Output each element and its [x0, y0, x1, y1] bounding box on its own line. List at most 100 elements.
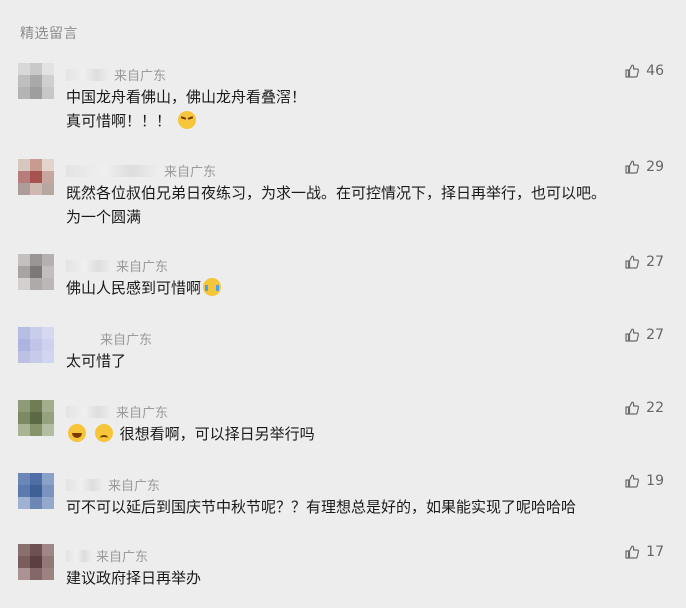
thumbs-up-icon — [625, 401, 640, 415]
avatar-pixel — [42, 75, 54, 87]
avatar-pixel — [30, 400, 42, 412]
avatar-pixel — [18, 544, 30, 556]
like-count: 29 — [646, 159, 664, 175]
comment-line: 中国龙舟看佛山，佛山龙舟看叠滘！ — [66, 88, 307, 106]
like-button[interactable]: 22 — [624, 400, 664, 416]
blurred-nickname — [66, 478, 104, 491]
avatar-pixel — [30, 87, 42, 99]
avatar-pixel — [18, 400, 30, 412]
avatar-pixel — [42, 556, 54, 568]
avatar-pixel — [30, 497, 42, 509]
location-label: 来自广东 — [100, 333, 153, 348]
avatar-pixel — [18, 351, 30, 363]
comment-line: 建议政府择日再举办 — [66, 569, 202, 587]
like-count: 46 — [646, 63, 664, 79]
avatar-pixel — [42, 171, 54, 183]
avatar-pixel — [18, 87, 30, 99]
like-count: 17 — [646, 544, 664, 560]
avatar[interactable] — [18, 400, 54, 436]
avatar-pixel — [30, 63, 42, 75]
laughing-emoji-icon — [68, 424, 86, 442]
like-button[interactable]: 27 — [624, 327, 664, 343]
location-label: 来自广东 — [116, 260, 169, 275]
comment-line: 可不可以延后到国庆节中秋节呢？？有理想总是好的，如果能实现了呢哈哈哈 — [66, 498, 577, 516]
avatar-pixel — [42, 63, 54, 75]
avatar-pixel — [18, 171, 30, 183]
avatar-pixel — [42, 424, 54, 436]
avatar-pixel — [30, 254, 42, 266]
like-count: 27 — [646, 254, 664, 270]
comment-text: 太可惜了 — [66, 349, 666, 373]
avatar[interactable] — [18, 63, 54, 99]
comment-text: 可不可以延后到国庆节中秋节呢？？有理想总是好的，如果能实现了呢哈哈哈 — [66, 495, 666, 519]
like-count: 22 — [646, 400, 664, 416]
avatar[interactable] — [18, 544, 54, 580]
section-title: 精选留言 — [20, 26, 78, 42]
comment-author[interactable]: 来自广东 — [66, 161, 216, 180]
like-button[interactable]: 29 — [624, 159, 664, 175]
comment-line-with-emoji: 佛山人民感到可惜啊 — [66, 276, 666, 300]
avatar-pixel — [42, 568, 54, 580]
like-button[interactable]: 46 — [624, 63, 664, 79]
like-button[interactable]: 17 — [624, 544, 664, 560]
avatar-pixel — [18, 556, 30, 568]
comment-author[interactable]: 来自广东 — [66, 65, 166, 84]
avatar-pixel — [42, 339, 54, 351]
location-label: 来自广东 — [116, 406, 169, 421]
comment-author[interactable]: 来自广东 — [66, 329, 152, 348]
avatar-pixel — [30, 544, 42, 556]
avatar-pixel — [18, 568, 30, 580]
avatar[interactable] — [18, 473, 54, 509]
comment-line-with-emoji: 真可惜啊！！！ — [66, 109, 666, 133]
avatar-pixel — [42, 159, 54, 171]
comment-line: 佛山人民感到可惜啊 — [66, 279, 202, 297]
comment-line: 真可惜啊！！！ — [66, 112, 172, 130]
like-button[interactable]: 27 — [624, 254, 664, 270]
thumbs-up-icon — [625, 474, 640, 488]
avatar-pixel — [18, 339, 30, 351]
avatar-pixel — [42, 485, 54, 497]
avatar-pixel — [30, 159, 42, 171]
comment-text: 既然各位叔伯兄弟日夜练习，为求一战。在可控情况下，择日再举行，也可以吧。 为一个… — [66, 181, 666, 229]
comment-author[interactable]: 来自广东 — [66, 475, 160, 494]
avatar-pixel — [30, 424, 42, 436]
avatar-pixel — [30, 266, 42, 278]
crying-emoji-icon — [203, 278, 222, 296]
avatar-pixel — [18, 75, 30, 87]
avatar-pixel — [18, 485, 30, 497]
avatar-pixel — [30, 75, 42, 87]
avatar[interactable] — [18, 159, 54, 195]
location-label: 来自广东 — [164, 165, 217, 180]
avatar[interactable] — [18, 327, 54, 363]
comment-line: 为一个圆满 — [66, 208, 142, 226]
avatar-pixel — [18, 278, 30, 290]
comment-author[interactable]: 来自广东 — [66, 546, 148, 565]
avatar-pixel — [30, 485, 42, 497]
sad-emoji-icon — [94, 424, 113, 442]
avatar-pixel — [30, 568, 42, 580]
avatar-pixel — [42, 412, 54, 424]
like-button[interactable]: 19 — [624, 473, 664, 489]
comment-line-with-emoji: 很想看啊，可以择日另举行吗 — [66, 422, 666, 446]
thumbs-up-icon — [625, 255, 640, 269]
avatar-pixel — [30, 339, 42, 351]
avatar-pixel — [30, 171, 42, 183]
avatar-pixel — [42, 278, 54, 290]
comment-author[interactable]: 来自广东 — [66, 256, 168, 275]
comment-text: 佛山人民感到可惜啊 — [66, 276, 666, 300]
location-label: 来自广东 — [114, 69, 167, 84]
avatar-pixel — [42, 266, 54, 278]
comment-text: 很想看啊，可以择日另举行吗 — [66, 422, 666, 446]
comment-line: 太可惜了 — [66, 352, 127, 370]
avatar-pixel — [18, 254, 30, 266]
avatar-pixel — [42, 473, 54, 485]
avatar-pixel — [30, 412, 42, 424]
avatar-pixel — [18, 183, 30, 195]
thumbs-up-icon — [625, 328, 640, 342]
comment-author[interactable]: 来自广东 — [66, 402, 168, 421]
avatar-pixel — [42, 327, 54, 339]
avatar-pixel — [30, 278, 42, 290]
avatar[interactable] — [18, 254, 54, 290]
avatar-pixel — [42, 183, 54, 195]
like-count: 19 — [646, 473, 664, 489]
